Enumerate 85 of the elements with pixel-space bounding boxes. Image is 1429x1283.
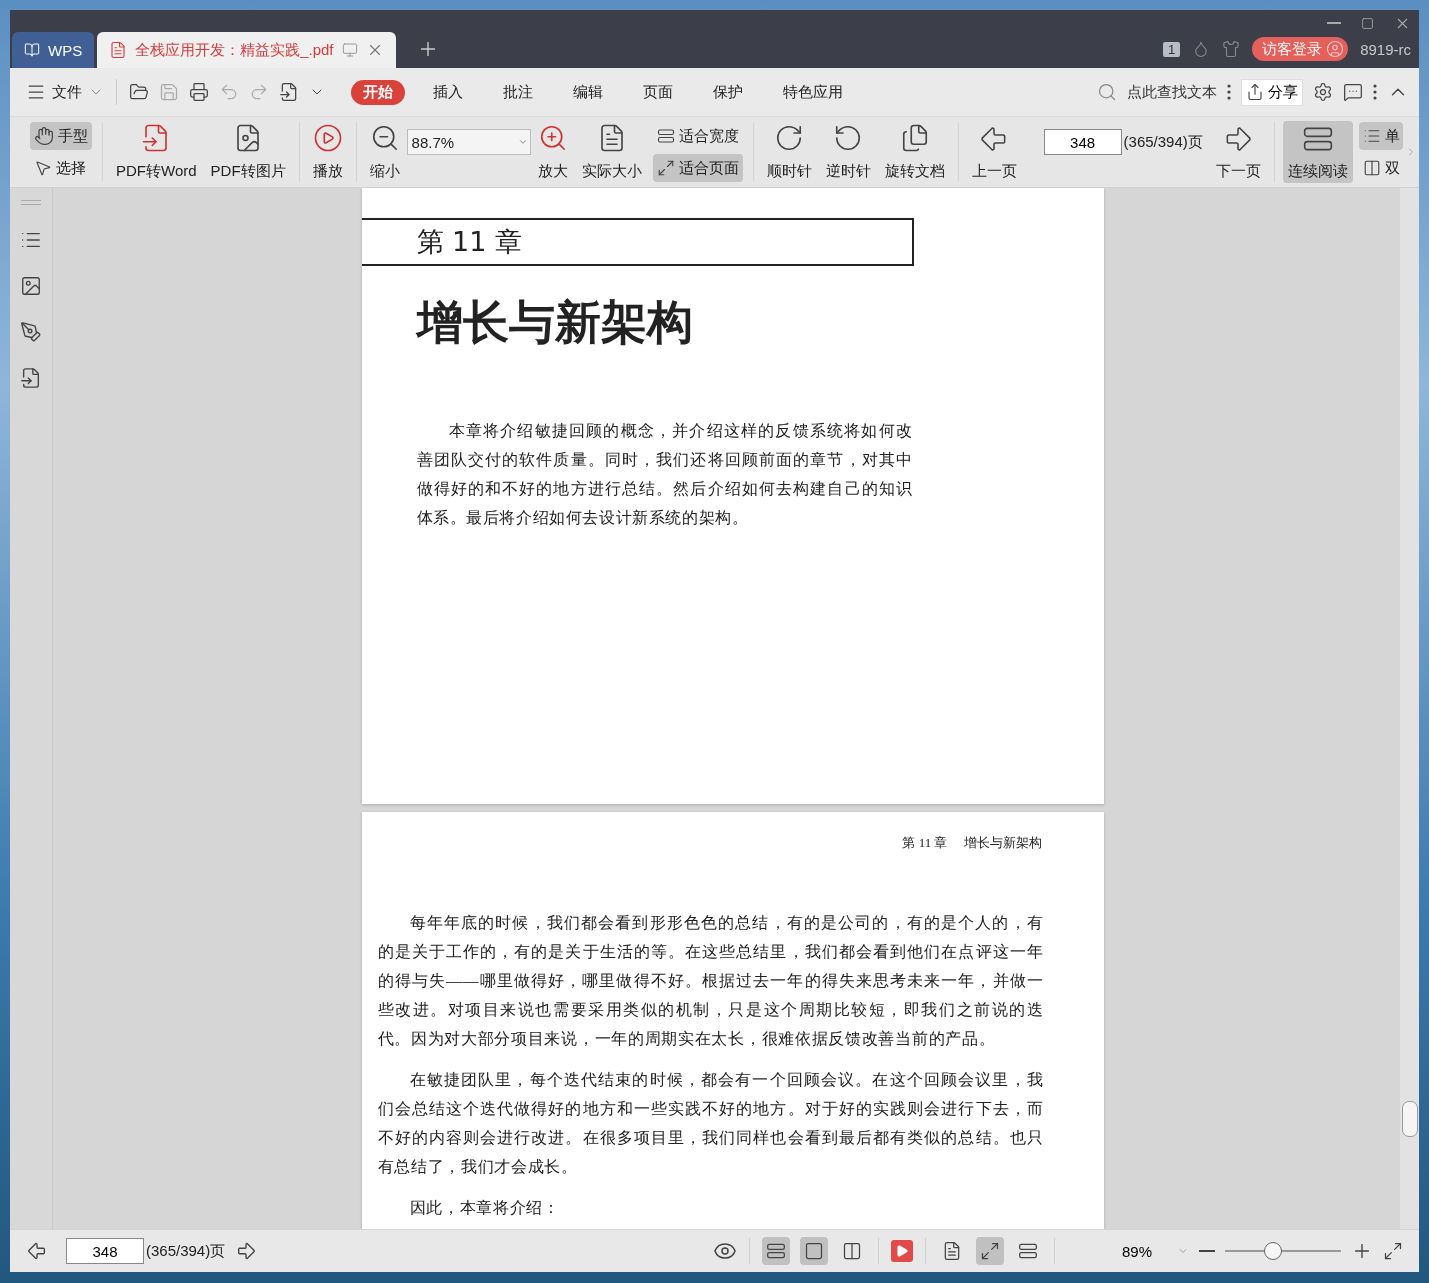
pen-icon[interactable] bbox=[20, 321, 42, 343]
settings-icon[interactable] bbox=[1313, 82, 1333, 102]
user-name: 8919-rc bbox=[1360, 40, 1411, 58]
chapter-label: 第 11 章 bbox=[416, 225, 523, 259]
slider-thumb[interactable] bbox=[1263, 1242, 1282, 1260]
zoom-out-button[interactable]: 缩小 bbox=[364, 121, 405, 183]
shirt-icon[interactable] bbox=[1222, 40, 1241, 58]
monitor-icon bbox=[341, 42, 358, 58]
single-page-view-button[interactable] bbox=[800, 1237, 828, 1265]
single-page-button[interactable]: 单 bbox=[1358, 122, 1403, 150]
next-page-button[interactable]: 下一页 bbox=[1210, 121, 1266, 183]
avatar-icon bbox=[1326, 40, 1345, 58]
expand-icon bbox=[980, 1241, 1000, 1261]
zoom-level[interactable]: 89% bbox=[1107, 1242, 1167, 1260]
page-count: (365/394)页 bbox=[146, 1241, 226, 1261]
two-pages-icon bbox=[1362, 159, 1381, 177]
continuous-reading-button[interactable]: 连续阅读 bbox=[1282, 121, 1353, 183]
rotate-document-button[interactable]: 旋转文档 bbox=[879, 121, 950, 183]
stacked-pages-icon bbox=[766, 1241, 786, 1261]
running-header-chapter: 第 11 章 bbox=[902, 834, 948, 852]
play-icon bbox=[895, 1244, 909, 1258]
select-tool-button[interactable]: 选择 bbox=[30, 154, 92, 182]
pdf-to-word-button[interactable]: PDF转Word bbox=[111, 121, 202, 183]
fullscreen-icon[interactable] bbox=[1383, 1241, 1403, 1261]
previous-page-icon[interactable] bbox=[26, 1240, 48, 1262]
hand-tool-button[interactable]: 手型 bbox=[30, 122, 92, 150]
menu-tab[interactable]: 批注 bbox=[491, 79, 545, 105]
scrollbar-thumb[interactable] bbox=[1401, 1101, 1418, 1137]
page-number-field[interactable]: 348 bbox=[66, 1238, 144, 1264]
play-button[interactable]: 播放 bbox=[307, 121, 348, 183]
paragraph: 每年年底的时候，我们都会看到形形色色的总结，有的是公司的，有的是个人的，有的是关于工作的，有的是关于生活的等。在这些总结里，我们都会看到他们在点评这一年的得与失——哪里做得好，哪里做得不好。根据过去一年的得失来思考未来一年，并做一些改进。对项目来说也需要采用类似的机制，只是这个周期比较短，即我们之前说的迭代。因为对大部分项目来说，一年的周期实在太长，很难依据反馈改善当前的产品。 bbox=[377, 913, 1044, 1049]
paragraph: 因此，本章将介绍： bbox=[408, 1198, 561, 1218]
menu-tab[interactable]: 特色应用 bbox=[771, 79, 855, 105]
play-button[interactable] bbox=[891, 1240, 913, 1262]
more-icon[interactable] bbox=[1227, 84, 1231, 100]
previous-page-button[interactable]: 上一页 bbox=[966, 121, 1022, 183]
paragraph: 在敏捷团队里，每个迭代结束的时候，都会有一个回顾会议。在这个回顾会议里，我们会总结这个迭代做得好的地方和一些实践不好的地方。对于好的实践则会进行下去，而不好的内容则会进行改进。在很多项目里，我们同样也会看到最后都有类似的总结。也只有总结了，我们才会成长。 bbox=[377, 1070, 1044, 1177]
window-count-badge[interactable]: 1 bbox=[1162, 41, 1181, 57]
page-number-field[interactable]: 348 bbox=[1043, 129, 1122, 155]
double-page-button[interactable]: 双 bbox=[1358, 154, 1403, 182]
menu-tab[interactable]: 开始 bbox=[351, 79, 405, 105]
continuous-view-button[interactable] bbox=[762, 1237, 790, 1265]
pointer-icon bbox=[34, 159, 52, 177]
menu-tab[interactable]: 保护 bbox=[701, 79, 755, 105]
page-count: (365/394)页 bbox=[1123, 132, 1203, 152]
file-menu-button[interactable]: 文件 bbox=[26, 82, 104, 102]
tab-label: WPS bbox=[48, 41, 83, 59]
search-icon bbox=[1097, 82, 1117, 102]
expand-icon bbox=[656, 159, 675, 177]
comment-icon[interactable] bbox=[1343, 82, 1363, 102]
zoom-select[interactable]: 88.7% bbox=[406, 129, 531, 155]
share-button[interactable]: 分享 bbox=[1241, 78, 1303, 106]
actual-size-button[interactable]: 实际大小 bbox=[576, 121, 647, 183]
document-tab[interactable]: WPS bbox=[12, 32, 95, 68]
fit-width-button[interactable]: 适合宽度 bbox=[652, 122, 743, 150]
document-icon bbox=[942, 1241, 962, 1261]
paragraph: 本章将介绍敏捷回顾的概念，并介绍这样的反馈系统将如何改善团队交付的软件质量。同时，我们还将回顾前面的章节，对其中做得好的和不好的地方进行总结。然后介绍如何去构建自己的知识体系。最后将介绍如何去设计新系统的架构。 bbox=[416, 421, 913, 528]
two-pages-icon bbox=[842, 1241, 862, 1261]
running-header-title: 增长与新架构 bbox=[963, 834, 1042, 852]
search-field[interactable]: 点此查找文本 bbox=[1127, 82, 1217, 102]
export-icon[interactable] bbox=[279, 82, 299, 102]
menu-tab[interactable]: 编辑 bbox=[561, 79, 615, 105]
caret-icon bbox=[517, 137, 528, 147]
play-icon bbox=[312, 123, 343, 153]
file-convert-icon[interactable] bbox=[20, 367, 42, 389]
menu-tab[interactable]: 页面 bbox=[631, 79, 685, 105]
pdf-file-icon bbox=[109, 41, 128, 59]
tab-label: 全栈应用开发：精益实践_.pdf bbox=[135, 40, 334, 60]
fit-page-button[interactable]: 适合页面 bbox=[652, 154, 743, 182]
pdf-to-image-button[interactable]: PDF转图片 bbox=[205, 121, 291, 183]
menu-tab[interactable]: 插入 bbox=[421, 79, 475, 105]
maximize-icon[interactable] bbox=[1361, 16, 1374, 30]
fit-page-button[interactable] bbox=[976, 1237, 1004, 1265]
hand-icon bbox=[34, 126, 54, 146]
rotate-counterclockwise-button[interactable]: 逆时针 bbox=[820, 121, 876, 183]
more-icon[interactable] bbox=[1373, 84, 1377, 100]
share-icon bbox=[1246, 83, 1264, 101]
next-page-icon[interactable] bbox=[235, 1240, 258, 1262]
print-icon[interactable] bbox=[189, 82, 209, 102]
chapter-title: 增长与新架构 bbox=[416, 294, 694, 351]
image-icon[interactable] bbox=[20, 275, 42, 297]
zoom-in-button[interactable]: 放大 bbox=[532, 121, 573, 183]
folder-icon[interactable] bbox=[129, 82, 149, 102]
rotate-clockwise-button[interactable]: 顺时针 bbox=[761, 121, 817, 183]
document-tab[interactable]: 全栈应用开发：精益实践_.pdf bbox=[97, 32, 396, 68]
